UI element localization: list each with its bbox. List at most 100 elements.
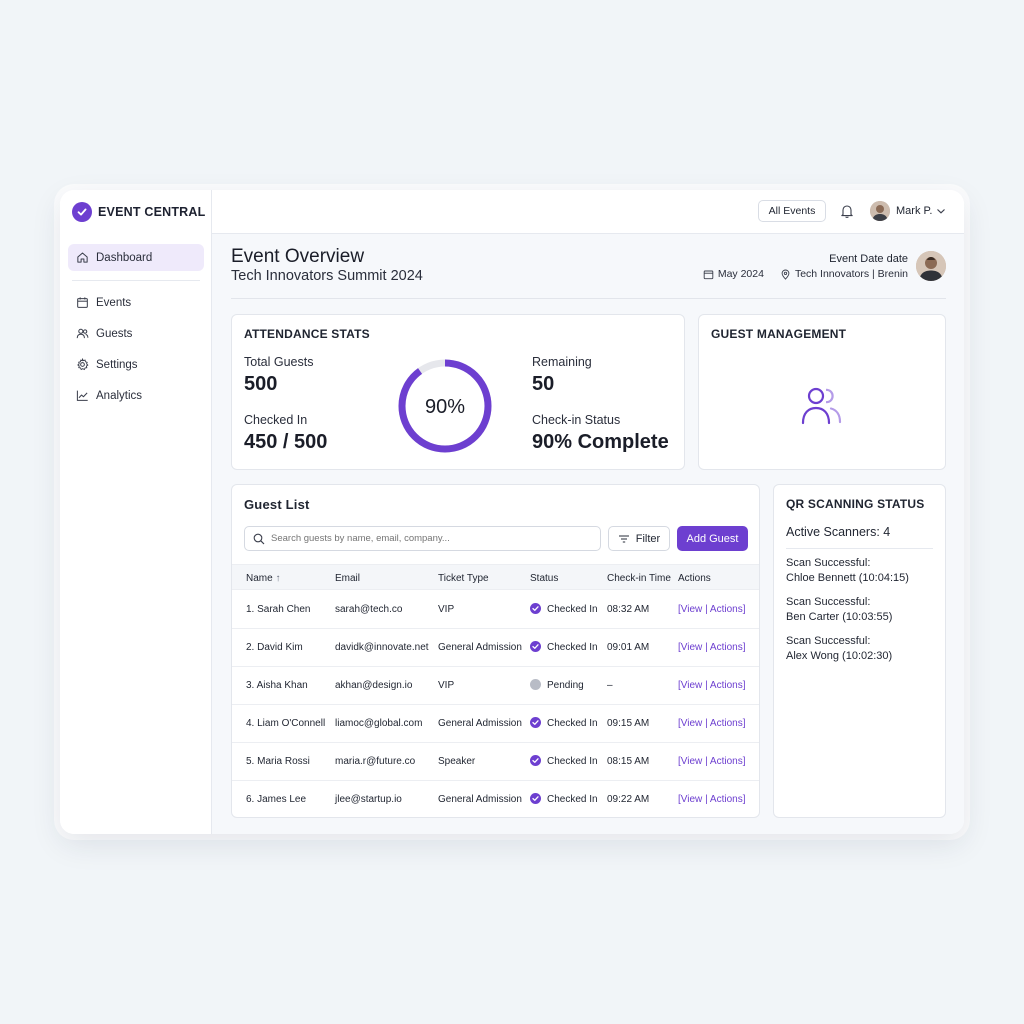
gear-icon [77, 358, 89, 371]
scan-detail: Chloe Bennett (10:04:15) [786, 572, 909, 584]
total-guests-label: Total Guests [244, 355, 314, 369]
view-link[interactable]: [View [678, 718, 702, 729]
all-events-button[interactable]: All Events [758, 200, 826, 222]
sidebar-item-analytics[interactable]: Analytics [76, 389, 142, 402]
row-actions: [View | Actions] [678, 718, 745, 729]
check-circle-icon [530, 641, 541, 652]
sidebar-item-settings[interactable]: Settings [76, 358, 138, 371]
column-header-checkin-time[interactable]: Check-in Time [607, 573, 671, 584]
card-title: Guest List [244, 497, 310, 512]
sort-asc-icon: ↑ [275, 573, 281, 584]
actions-link[interactable]: Actions] [710, 642, 746, 653]
avatar[interactable] [870, 201, 890, 221]
topbar: All Events Mark P. [212, 190, 964, 234]
chart-line-icon [76, 390, 88, 401]
row-actions: [View | Actions] [678, 642, 745, 653]
actions-link[interactable]: Actions] [710, 718, 746, 729]
add-guest-button[interactable]: Add Guest [677, 526, 748, 551]
column-header-status[interactable]: Status [530, 573, 558, 584]
location-pin-icon [781, 269, 790, 280]
search-input[interactable] [271, 533, 591, 544]
total-guests-value: 500 [244, 373, 278, 395]
view-link[interactable]: [View [678, 604, 702, 615]
separator: | [705, 604, 708, 615]
check-circle-icon [530, 755, 541, 766]
scan-label: Scan Successful: [786, 635, 871, 647]
sidebar-item-guests[interactable]: Guests [76, 327, 132, 340]
actions-link[interactable]: Actions] [710, 604, 746, 615]
sidebar-item-dashboard[interactable]: Dashboard [68, 244, 204, 271]
checked-in-label: Checked In [244, 413, 308, 427]
brand[interactable]: EVENT CENTRAL [72, 202, 205, 222]
table-row[interactable]: 5. Maria Rossi maria.r@future.co Speaker Ch… [232, 743, 759, 781]
avatar[interactable] [916, 251, 946, 281]
checkin-time: 09:22 AM [607, 794, 650, 805]
table-row[interactable]: 4. Liam O'Connell liamoc@global.com Genera… [232, 705, 759, 743]
event-meta: May 2024 Tech Innovators | Brenin [703, 268, 908, 280]
actions-link[interactable]: Actions] [710, 680, 746, 691]
remaining-label: Remaining [532, 355, 592, 369]
brand-name: EVENT CENTRAL [98, 205, 206, 219]
status-text: Checked In [547, 718, 598, 729]
scan-detail: Ben Carter (10:03:55) [786, 611, 893, 623]
guest-management-card[interactable]: GUEST MANAGEMENT [698, 314, 946, 470]
view-link[interactable]: [View [678, 756, 702, 767]
separator: | [705, 680, 708, 691]
row-actions: [View | Actions] [678, 756, 745, 767]
event-name: Tech Innovators Summit 2024 [231, 268, 423, 284]
check-circle-icon [530, 717, 541, 728]
sidebar-item-label: Dashboard [96, 251, 153, 264]
ticket-type: VIP [438, 680, 455, 691]
progress-ring: 90% [398, 359, 492, 453]
chevron-down-icon[interactable] [936, 207, 946, 215]
users-icon [801, 387, 842, 425]
checkin-time: – [607, 680, 613, 691]
scan-detail: Alex Wong (10:02:30) [786, 650, 893, 662]
table-row[interactable]: 6. James Lee jlee@startup.io General Admis… [232, 781, 759, 817]
view-link[interactable]: [View [678, 794, 702, 805]
card-title: QR SCANNING STATUS [786, 497, 925, 511]
actions-link[interactable]: Actions] [710, 756, 746, 767]
user-name[interactable]: Mark P. [896, 205, 932, 217]
ring-label: 90% [425, 396, 465, 418]
guest-name: 1. Sarah Chen [246, 604, 311, 615]
view-link[interactable]: [View [678, 642, 702, 653]
check-circle-icon [530, 793, 541, 804]
table-row[interactable]: 3. Aisha Khan akhan@design.io VIP Pending – [… [232, 667, 759, 705]
divider [72, 280, 200, 281]
column-header-name[interactable]: Name ↑ [246, 573, 280, 584]
view-link[interactable]: [View [678, 680, 702, 691]
ticket-type: General Admission [438, 718, 522, 729]
attendance-stats-card: ATTENDANCE STATS Total Guests 500 Checke… [231, 314, 685, 470]
column-header-ticket[interactable]: Ticket Type [438, 573, 489, 584]
event-location: Tech Innovators | Brenin [794, 268, 908, 280]
table-row[interactable]: 1. Sarah Chen sarah@tech.co VIP Checked In 0… [232, 591, 759, 629]
ticket-type: Speaker [438, 756, 476, 767]
filter-button[interactable]: Filter [608, 526, 670, 551]
separator: | [705, 718, 708, 729]
sidebar-item-label: Settings [96, 358, 138, 371]
calendar-icon [77, 297, 88, 308]
pending-dot-icon [530, 679, 541, 690]
event-date: May 2024 [717, 268, 764, 280]
row-actions: [View | Actions] [678, 604, 745, 615]
status-text: Checked In [547, 794, 598, 805]
search-field[interactable] [244, 526, 601, 551]
guest-name: 2. David Kim [246, 642, 303, 653]
checked-in-value: 450 / 500 [244, 431, 328, 453]
guest-email: davidk@innovate.net [335, 642, 429, 653]
filter-label: Filter [635, 532, 661, 545]
actions-link[interactable]: Actions] [710, 794, 746, 805]
sidebar-item-events[interactable]: Events [76, 296, 131, 309]
table-row[interactable]: 2. David Kim davidk@innovate.net General A… [232, 629, 759, 667]
app-window: EVENT CENTRAL Dashboard Events Guests Se… [60, 190, 964, 834]
separator: | [705, 794, 708, 805]
filter-icon [618, 534, 629, 543]
guest-email: liamoc@global.com [335, 718, 423, 729]
guest-name: 4. Liam O'Connell [246, 718, 326, 729]
guest-email: akhan@design.io [335, 680, 413, 691]
column-header-email[interactable]: Email [335, 573, 360, 584]
status-text: Checked In [547, 604, 598, 615]
qr-scanning-card: QR SCANNING STATUS Active Scanners: 4 Sc… [773, 484, 946, 818]
bell-icon[interactable] [840, 203, 854, 219]
